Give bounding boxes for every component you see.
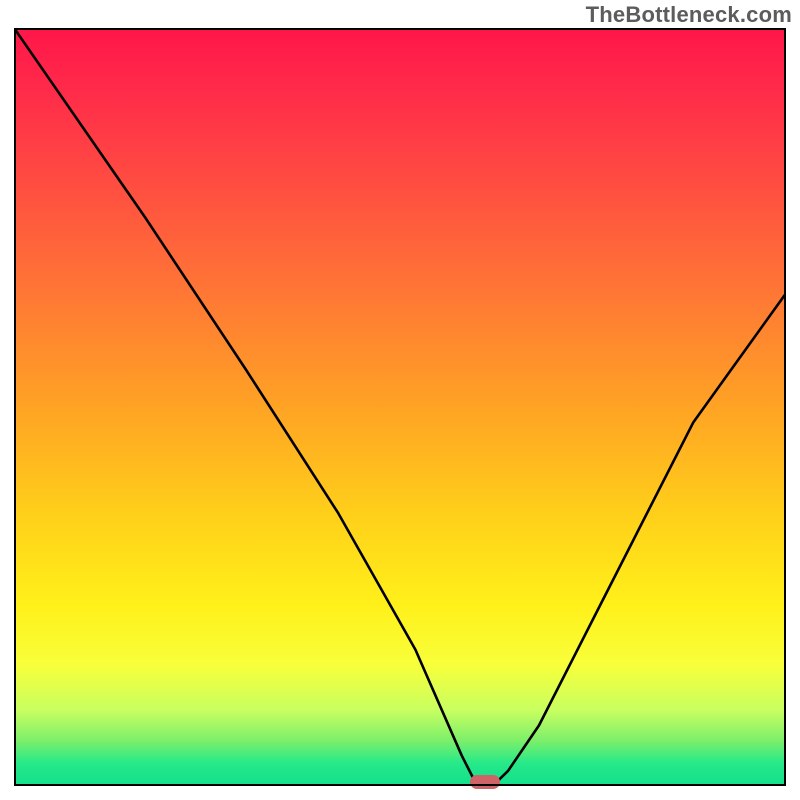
curve-layer xyxy=(14,28,786,786)
bottleneck-chart: TheBottleneck.com xyxy=(0,0,800,800)
optimal-marker xyxy=(470,775,500,789)
plot-area xyxy=(14,28,786,786)
watermark-text: TheBottleneck.com xyxy=(586,2,792,28)
bottleneck-curve-path xyxy=(14,28,786,786)
